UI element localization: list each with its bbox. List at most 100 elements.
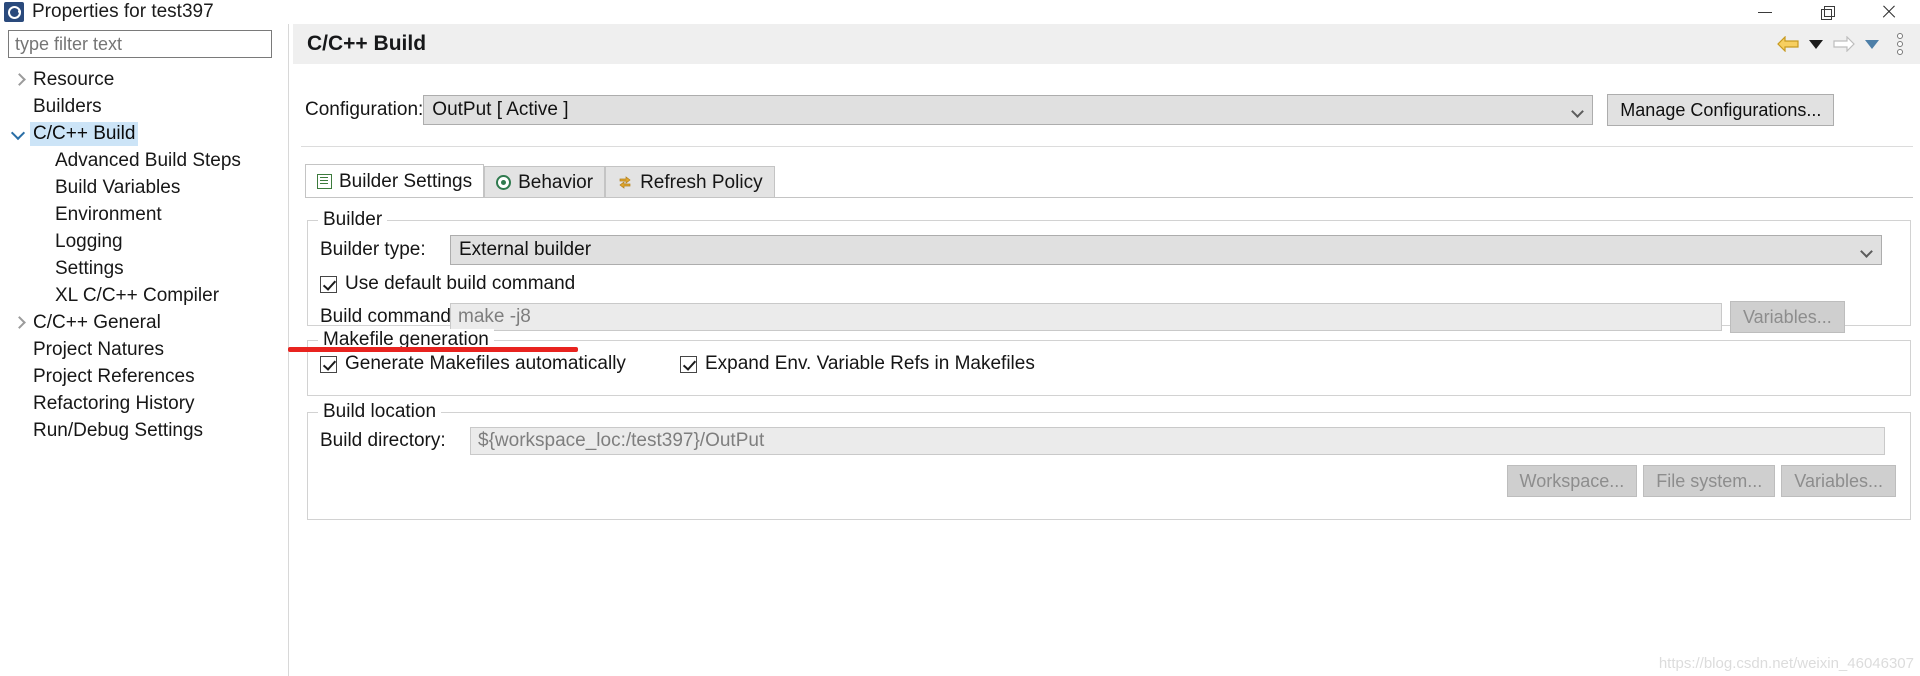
- build-location-group-title: Build location: [318, 401, 442, 423]
- build-directory-label: Build directory:: [320, 430, 446, 451]
- tab-label: Behavior: [518, 171, 594, 193]
- chevron-right-icon[interactable]: [8, 309, 30, 336]
- sidebar-item-label: Logging: [55, 230, 123, 252]
- title-bar: Properties for test397: [0, 0, 1920, 24]
- builder-type-select[interactable]: External builder: [450, 235, 1882, 265]
- manage-configurations-button[interactable]: Manage Configurations...: [1607, 94, 1835, 126]
- view-menu-button[interactable]: [1887, 29, 1913, 59]
- close-icon: [1881, 4, 1897, 20]
- tab-bar: Builder Settings Behavior Refresh Policy: [305, 164, 775, 198]
- sidebar-item-label: Builders: [33, 95, 102, 117]
- configuration-select[interactable]: OutPut [ Active ]: [423, 95, 1594, 125]
- properties-dialog: Properties for test397 Resource Builders: [0, 0, 1920, 676]
- use-default-build-command-row[interactable]: Use default build command: [320, 273, 575, 295]
- sidebar-item-label: C/C++ General: [33, 311, 161, 333]
- window-controls: [1734, 0, 1920, 24]
- builder-type-label: Builder type:: [320, 239, 426, 260]
- chevron-down-icon: [1809, 39, 1823, 49]
- sidebar-item-label: Project References: [33, 365, 195, 387]
- sidebar-item-label: XL C/C++ Compiler: [55, 284, 220, 306]
- close-button[interactable]: [1858, 0, 1920, 24]
- red-underline-annotation: [288, 347, 578, 352]
- sidebar-item-label: Build Variables: [55, 176, 181, 198]
- use-default-build-command-checkbox[interactable]: [320, 275, 337, 293]
- sidebar-item-resource[interactable]: Resource: [0, 66, 282, 93]
- builder-type-value: External builder: [459, 239, 592, 260]
- sidebar-item-project-references[interactable]: Project References: [0, 363, 282, 390]
- tab-behavior[interactable]: Behavior: [484, 166, 606, 198]
- forward-arrow-icon: [1833, 36, 1855, 52]
- settings-tree: Resource Builders C/C++ Build Advanced B…: [0, 66, 282, 444]
- builder-group: Builder Builder type: External builder U…: [307, 209, 1911, 333]
- sidebar-item-project-natures[interactable]: Project Natures: [0, 336, 282, 363]
- window-title: Properties for test397: [32, 1, 214, 22]
- sidebar-item-cpp-build[interactable]: C/C++ Build: [0, 120, 282, 147]
- build-command-variables-button[interactable]: Variables...: [1730, 301, 1845, 333]
- forward-button[interactable]: [1831, 29, 1857, 59]
- sidebar-item-refactoring-history[interactable]: Refactoring History: [0, 390, 282, 417]
- forward-history-button[interactable]: [1859, 29, 1885, 59]
- sidebar-item-logging[interactable]: Logging: [0, 228, 282, 255]
- refresh-policy-icon: [619, 176, 631, 189]
- generate-makefiles-checkbox[interactable]: [320, 355, 337, 373]
- tab-refresh-policy[interactable]: Refresh Policy: [605, 166, 775, 198]
- sidebar-item-builders[interactable]: Builders: [0, 93, 282, 120]
- configuration-row: Configuration: OutPut [ Active ] Manage …: [305, 88, 1909, 132]
- sidebar-item-environment[interactable]: Environment: [0, 201, 282, 228]
- restore-icon: [1821, 6, 1835, 20]
- filter-input[interactable]: [8, 30, 272, 58]
- back-arrow-icon: [1777, 36, 1799, 52]
- configuration-value: OutPut [ Active ]: [432, 99, 569, 120]
- chevron-down-icon: [1865, 39, 1879, 49]
- file-system-button[interactable]: File system...: [1643, 465, 1776, 497]
- use-default-build-command-label: Use default build command: [345, 273, 576, 294]
- expand-env-vars-row[interactable]: Expand Env. Variable Refs in Makefiles: [680, 353, 1035, 375]
- workspace-button[interactable]: Workspace...: [1506, 465, 1638, 497]
- minimize-icon: [1758, 11, 1772, 13]
- build-directory-input[interactable]: ${workspace_loc:/test397}/OutPut: [470, 427, 1885, 455]
- build-command-input[interactable]: make -j8: [450, 303, 1722, 331]
- sidebar-item-label: Project Natures: [33, 338, 164, 360]
- navigation-toolbar: [1775, 24, 1913, 64]
- sidebar-item-advanced-build-steps[interactable]: Advanced Build Steps: [0, 147, 282, 174]
- restore-button[interactable]: [1796, 0, 1858, 24]
- tab-label: Builder Settings: [339, 170, 473, 192]
- chevron-down-icon[interactable]: [8, 120, 30, 147]
- page-title: C/C++ Build: [307, 32, 427, 55]
- sidebar-item-cpp-general[interactable]: C/C++ General: [0, 309, 282, 336]
- generate-makefiles-label: Generate Makefiles automatically: [345, 353, 626, 374]
- build-location-variables-button[interactable]: Variables...: [1781, 465, 1896, 497]
- sidebar-item-label: Resource: [33, 68, 115, 90]
- build-location-group: Build location Build directory: ${worksp…: [307, 401, 1911, 520]
- settings-navigation-pane: Resource Builders C/C++ Build Advanced B…: [0, 24, 282, 676]
- build-command-row: Build command: make -j8 Variables...: [320, 301, 1895, 333]
- chevron-down-icon: [1860, 245, 1873, 258]
- builder-settings-icon: [317, 174, 332, 189]
- sidebar-item-label: C/C++ Build: [30, 121, 139, 146]
- sidebar-item-label: Environment: [55, 203, 162, 225]
- sidebar-item-run-debug-settings[interactable]: Run/Debug Settings: [0, 417, 282, 444]
- sidebar-item-build-variables[interactable]: Build Variables: [0, 174, 282, 201]
- expand-env-vars-checkbox[interactable]: [680, 355, 697, 373]
- tab-label: Refresh Policy: [640, 171, 763, 193]
- generate-makefiles-row[interactable]: Generate Makefiles automatically: [320, 353, 626, 375]
- back-button[interactable]: [1775, 29, 1801, 59]
- sidebar-item-label: Run/Debug Settings: [33, 419, 204, 441]
- view-menu-icon: [1897, 33, 1903, 55]
- sidebar-item-settings[interactable]: Settings: [0, 255, 282, 282]
- eclipse-icon: [4, 2, 24, 22]
- chevron-right-icon[interactable]: [8, 66, 30, 93]
- minimize-button[interactable]: [1734, 0, 1796, 24]
- watermark: https://blog.csdn.net/weixin_46046307: [1658, 655, 1914, 672]
- tab-divider: [305, 197, 1913, 198]
- sidebar-item-xl-cpp-compiler[interactable]: XL C/C++ Compiler: [0, 282, 282, 309]
- sidebar-item-label: Advanced Build Steps: [55, 149, 241, 171]
- back-history-button[interactable]: [1803, 29, 1829, 59]
- tab-builder-settings[interactable]: Builder Settings: [305, 164, 485, 198]
- build-directory-row: Build directory: ${workspace_loc:/test39…: [320, 427, 1895, 455]
